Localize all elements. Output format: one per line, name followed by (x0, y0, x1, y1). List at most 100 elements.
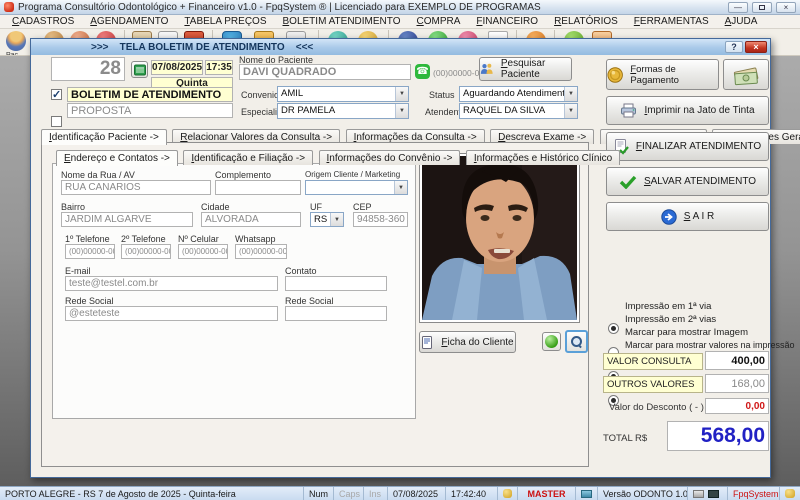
photo-add-button[interactable] (542, 332, 561, 351)
address-form: Nome da Rua / AV RUA CANARIOS Complement… (52, 163, 416, 419)
city-field[interactable]: ALVORADA (201, 212, 301, 227)
district-label: Bairro (61, 202, 85, 212)
atendente-dropdown[interactable]: RAQUEL DA SILVA ▼ (459, 103, 578, 119)
app-titlebar: Programa Consultório Odontológico + Fina… (0, 0, 800, 15)
dialog-help-button[interactable]: ? (725, 41, 743, 53)
convenio-dropdown[interactable]: AMIL ▼ (277, 86, 409, 102)
payment-methods-button[interactable]: Formas de Pagamento (606, 59, 719, 90)
cell-field[interactable]: (00)00000-0000 (178, 244, 228, 259)
menu-ajuda[interactable]: AJUDA (717, 16, 766, 27)
calendar-button[interactable] (131, 61, 148, 78)
menu-tabela-precos[interactable]: TABELA PREÇOS (176, 16, 274, 27)
convenio-label: Convenio (241, 90, 279, 100)
photo-zoom-button[interactable] (565, 330, 588, 353)
statusbar-version: Versão ODONTO 1.0 (598, 487, 688, 500)
statusbar-user: MASTER (518, 487, 576, 500)
payment-methods-label: Formas de Pagamento (630, 64, 718, 86)
toolbar-patient-icon[interactable] (6, 31, 26, 51)
menu-agendamento[interactable]: AGENDAMENTO (82, 16, 176, 27)
search-patient-button[interactable]: Pesquisar Paciente (479, 57, 572, 81)
printer-icon (693, 490, 704, 498)
statusbar-devices (688, 487, 728, 500)
other-values-field[interactable]: 168,00 (705, 374, 769, 393)
atendente-value: RAQUEL DA SILVA (460, 104, 564, 118)
statusbar-date: 07/08/2025 (388, 487, 446, 500)
maximize-icon (759, 5, 765, 10)
phone1-field[interactable]: (00)00000-0000 (65, 244, 115, 259)
boletim-number-field[interactable]: 28 (51, 57, 125, 81)
consult-value-label: VALOR CONSULTA (603, 353, 703, 370)
radio-show-image-label: Marcar para mostrar Imagem (625, 327, 748, 338)
menu-compra[interactable]: COMPRA (408, 16, 468, 27)
menu-relatorios[interactable]: RELATÓRIOS (546, 16, 626, 27)
boletim-dialog: >>> TELA BOLETIM DE ATENDIMENTO <<< ? × … (30, 38, 771, 478)
contact-field[interactable] (285, 276, 387, 291)
exit-label: S A I R (684, 211, 715, 222)
especialista-value: DR PAMELA (278, 104, 395, 118)
coin-icon (607, 66, 623, 84)
dialog-title: >>> TELA BOLETIM DE ATENDIMENTO <<< (91, 42, 725, 53)
statusbar-pet-icon (498, 487, 518, 500)
proposta-label-field: PROPOSTA (67, 103, 233, 118)
banknotes-button[interactable] (723, 59, 769, 90)
date-field[interactable]: 07/08/2025 (151, 60, 203, 75)
especialista-dropdown[interactable]: DR PAMELA ▼ (277, 103, 409, 119)
dialog-close-button[interactable]: × (745, 41, 767, 53)
state-dropdown[interactable]: RS ▼ (310, 212, 344, 227)
finish-service-button[interactable]: FINALIZAR ATENDIMENTO (606, 132, 769, 161)
complement-field[interactable] (215, 180, 301, 195)
boletim-checkbox[interactable] (51, 89, 62, 100)
subtab-informacoes-convenio[interactable]: Informações do Convênio -> (319, 150, 461, 165)
print-inkjet-button[interactable]: Imprimir na Jato de Tinta (606, 96, 769, 125)
exit-button[interactable]: S A I R (606, 202, 769, 231)
dialog-body: 28 07/08/2025 17:35 Quinta BOLETIM DE AT… (31, 55, 770, 477)
social2-label: Rede Social (285, 296, 334, 306)
origin-dropdown[interactable]: ▼ (305, 180, 408, 195)
arrow-right-icon (661, 209, 677, 225)
menu-boletim-atendimento[interactable]: BOLETIM ATENDIMENTO (275, 16, 409, 27)
social1-field[interactable]: @esteteste (65, 306, 278, 321)
save-service-button[interactable]: SALVAR ATENDIMENTO (606, 167, 769, 196)
subtab-endereco-contatos[interactable]: Endereço e Contatos -> (56, 150, 178, 166)
whatsapp-field[interactable]: (00)00000-0000 (235, 244, 287, 259)
phone2-field[interactable]: (00)00000-0000 (121, 244, 171, 259)
menu-cadastros[interactable]: CADASTROS (4, 16, 82, 27)
radio-print-second-copy-label: Impressão em 2ª vias (625, 314, 716, 325)
menubar: CADASTROS AGENDAMENTO TABELA PREÇOS BOLE… (0, 15, 800, 29)
email-field[interactable]: teste@testel.com.br (65, 276, 278, 291)
menu-ferramentas[interactable]: FERRAMENTAS (626, 16, 717, 27)
street-field[interactable]: RUA CANARIOS (61, 180, 211, 195)
time-field[interactable]: 17:35 (205, 60, 233, 75)
maximize-button[interactable] (752, 2, 772, 13)
magnifier-icon (571, 336, 582, 347)
check-icon (619, 175, 637, 189)
contact-label: Contato (285, 266, 317, 276)
statusbar-brand: FpqSystem (728, 487, 780, 500)
discount-field[interactable]: 0,00 (705, 398, 769, 414)
close-button[interactable]: × (776, 2, 796, 13)
radio-print-first-copy[interactable] (608, 323, 619, 334)
consult-value-field[interactable]: 400,00 (705, 351, 769, 370)
chevron-down-icon: ▼ (564, 104, 577, 118)
district-field[interactable]: JARDIM ALGARVE (61, 212, 193, 227)
patient-name-field[interactable]: DAVI QUADRADO (239, 64, 411, 80)
menu-financeiro[interactable]: FINANCEIRO (468, 16, 546, 27)
whatsapp-label: Whatsapp (235, 234, 276, 244)
state-label: UF (310, 202, 322, 212)
client-record-button[interactable]: Ficha do Cliente (419, 331, 516, 353)
people-icon (480, 62, 494, 76)
status-dropdown[interactable]: Aguardando Atendimento ▼ (459, 86, 578, 102)
cell-label: Nº Celular (178, 234, 219, 244)
subtab-historico-clinico[interactable]: Informações e Histórico Clínico (466, 150, 620, 165)
proposta-checkbox[interactable] (51, 116, 62, 127)
social2-field[interactable] (285, 306, 387, 321)
document-icon (421, 336, 434, 349)
zip-field[interactable]: 94858-360 (353, 212, 408, 227)
tab-identificacao-paciente[interactable]: Identificação Paciente -> (41, 129, 167, 145)
subtab-identificacao-filiacao[interactable]: Identificação e Filiação -> (183, 150, 313, 165)
minimize-button[interactable]: — (728, 2, 748, 13)
statusbar-ins: Ins (364, 487, 388, 500)
phone2-label: 2º Telefone (121, 234, 166, 244)
save-service-label: SALVAR ATENDIMENTO (644, 176, 756, 187)
whatsapp-icon[interactable]: ☎ (415, 64, 430, 79)
